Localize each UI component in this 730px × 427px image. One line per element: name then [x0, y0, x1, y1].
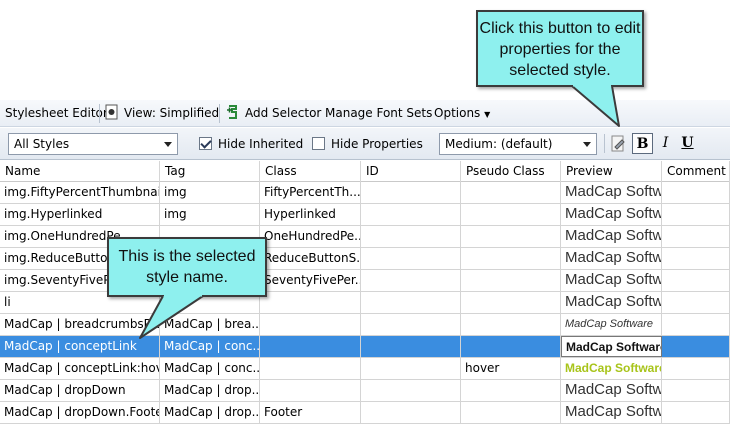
callout-selected-style-pointer	[139, 293, 204, 339]
